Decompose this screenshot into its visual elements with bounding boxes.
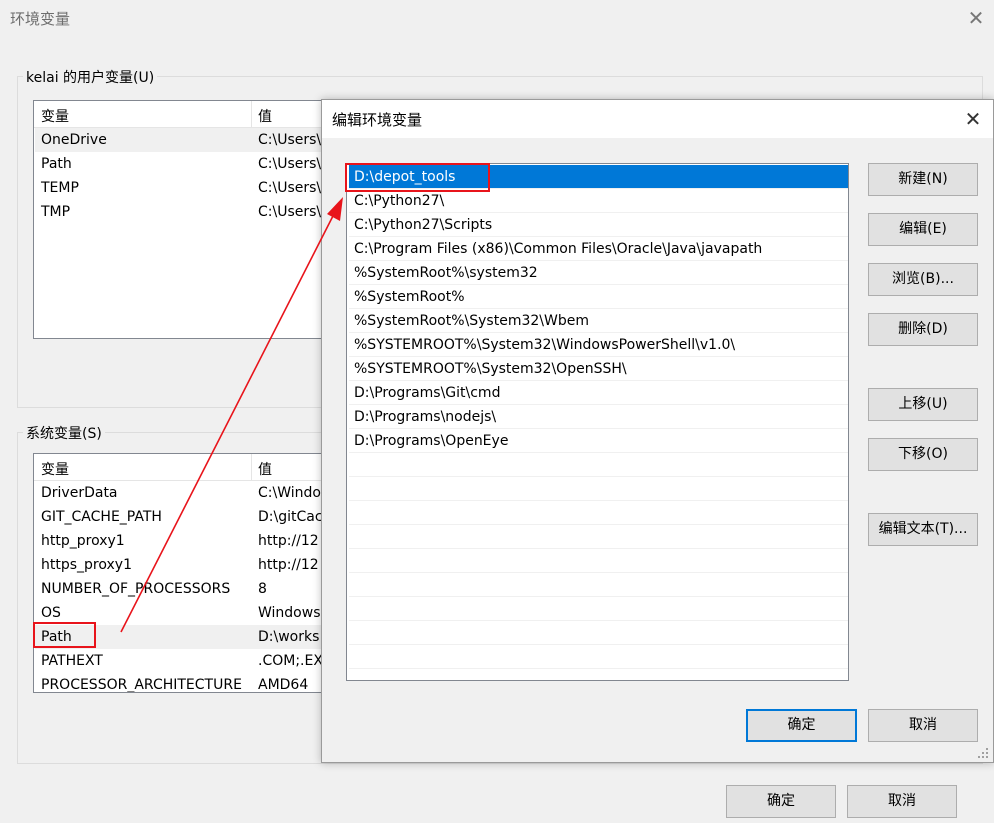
- list-item[interactable]: %SYSTEMROOT%\System32\OpenSSH\: [349, 357, 848, 381]
- variable-name: NUMBER_OF_PROCESSORS: [41, 581, 231, 597]
- move-down-button[interactable]: 下移(O): [868, 438, 978, 471]
- list-item[interactable]: C:\Program Files (x86)\Common Files\Orac…: [349, 237, 848, 261]
- edit-text-button[interactable]: 编辑文本(T)...: [868, 513, 978, 546]
- list-item[interactable]: %SYSTEMROOT%\System32\WindowsPowerShell\…: [349, 333, 848, 357]
- depot-tools-highlight-box: [345, 163, 490, 192]
- path-highlight-box: [33, 622, 96, 648]
- variable-name: OneDrive: [41, 132, 107, 148]
- list-item[interactable]: D:\Programs\OpenEye: [349, 429, 848, 453]
- path-entry: D:\Programs\Git\cmd: [354, 385, 501, 401]
- dialog-title: 编辑环境变量: [332, 111, 423, 129]
- path-entry: D:\Programs\OpenEye: [354, 433, 509, 449]
- dialog-cancel-button[interactable]: 取消: [868, 709, 978, 742]
- dialog-ok-button[interactable]: 确定: [746, 709, 857, 742]
- variable-name: TEMP: [41, 180, 79, 196]
- path-entry: %SystemRoot%\System32\Wbem: [354, 313, 589, 329]
- user-variables-label: kelai 的用户变量(U): [23, 67, 158, 87]
- path-entry: D:\Programs\nodejs\: [354, 409, 497, 425]
- empty-row: [349, 549, 848, 573]
- variable-value: D:\gitCac: [258, 509, 323, 525]
- empty-row: [349, 501, 848, 525]
- move-up-button[interactable]: 上移(U): [868, 388, 978, 421]
- new-button[interactable]: 新建(N): [868, 163, 978, 196]
- list-item[interactable]: %SystemRoot%\system32: [349, 261, 848, 285]
- variable-value: C:\Users\: [258, 180, 322, 196]
- empty-row: [349, 621, 848, 645]
- column-header-value[interactable]: 值: [258, 106, 272, 126]
- list-item[interactable]: D:\Programs\Git\cmd: [349, 381, 848, 405]
- empty-row: [349, 477, 848, 501]
- dialog-titlebar: 编辑环境变量 ✕: [322, 100, 993, 138]
- variable-value: D:\works: [258, 629, 320, 645]
- list-item[interactable]: %SystemRoot%: [349, 285, 848, 309]
- path-entry: %SystemRoot%\system32: [354, 265, 538, 281]
- close-icon[interactable]: ✕: [960, 106, 986, 132]
- window-title: 环境变量: [10, 10, 71, 28]
- path-entry: C:\Program Files (x86)\Common Files\Orac…: [354, 241, 763, 257]
- variable-value: C:\Users\: [258, 156, 322, 172]
- empty-row: [349, 645, 848, 669]
- empty-row: [349, 525, 848, 549]
- outer-cancel-button[interactable]: 取消: [847, 785, 957, 818]
- variable-name: DriverData: [41, 485, 118, 501]
- variable-value: http://12: [258, 533, 319, 549]
- list-item[interactable]: C:\Python27\Scripts: [349, 213, 848, 237]
- variable-value: C:\Users\: [258, 132, 322, 148]
- path-entry: %SystemRoot%: [354, 289, 465, 305]
- empty-row: [349, 453, 848, 477]
- close-icon[interactable]: ✕: [964, 6, 988, 30]
- column-header-variable[interactable]: 变量: [41, 459, 69, 479]
- variable-name: TMP: [41, 204, 71, 220]
- variable-value: http://12: [258, 557, 319, 573]
- variable-value: Windows: [258, 605, 321, 621]
- path-entry: C:\Python27\: [354, 193, 445, 209]
- path-entry: %SYSTEMROOT%\System32\WindowsPowerShell\…: [354, 337, 736, 353]
- edit-env-dialog: 编辑环境变量 ✕ D:\depot_tools C:\Python27\ C:\…: [321, 99, 994, 763]
- empty-row: [349, 597, 848, 621]
- variable-value: C:\Users\: [258, 204, 322, 220]
- variable-value: 8: [258, 581, 267, 597]
- list-item[interactable]: C:\Python27\: [349, 189, 848, 213]
- variable-value: AMD64: [258, 677, 309, 693]
- path-entry: C:\Python27\Scripts: [354, 217, 493, 233]
- empty-row: [349, 573, 848, 597]
- outer-ok-button[interactable]: 确定: [726, 785, 836, 818]
- column-header-value[interactable]: 值: [258, 459, 272, 479]
- variable-value: C:\Windo: [258, 485, 321, 501]
- list-item[interactable]: %SystemRoot%\System32\Wbem: [349, 309, 848, 333]
- column-header-variable[interactable]: 变量: [41, 106, 69, 126]
- variable-name: PATHEXT: [41, 653, 103, 669]
- variable-name: Path: [41, 156, 72, 172]
- variable-value: .COM;.EX: [258, 653, 323, 669]
- path-list[interactable]: D:\depot_tools C:\Python27\ C:\Python27\…: [346, 163, 849, 681]
- path-entry: %SYSTEMROOT%\System32\OpenSSH\: [354, 361, 627, 377]
- delete-button[interactable]: 删除(D): [868, 313, 978, 346]
- variable-name: https_proxy1: [41, 557, 132, 573]
- list-item[interactable]: D:\Programs\nodejs\: [349, 405, 848, 429]
- edit-button[interactable]: 编辑(E): [868, 213, 978, 246]
- variable-name: GIT_CACHE_PATH: [41, 509, 162, 525]
- variable-name: http_proxy1: [41, 533, 125, 549]
- browse-button[interactable]: 浏览(B)...: [868, 263, 978, 296]
- variable-name: PROCESSOR_ARCHITECTURE: [41, 677, 242, 693]
- resize-grip-icon[interactable]: [978, 748, 990, 760]
- system-variables-label: 系统变量(S): [23, 423, 105, 443]
